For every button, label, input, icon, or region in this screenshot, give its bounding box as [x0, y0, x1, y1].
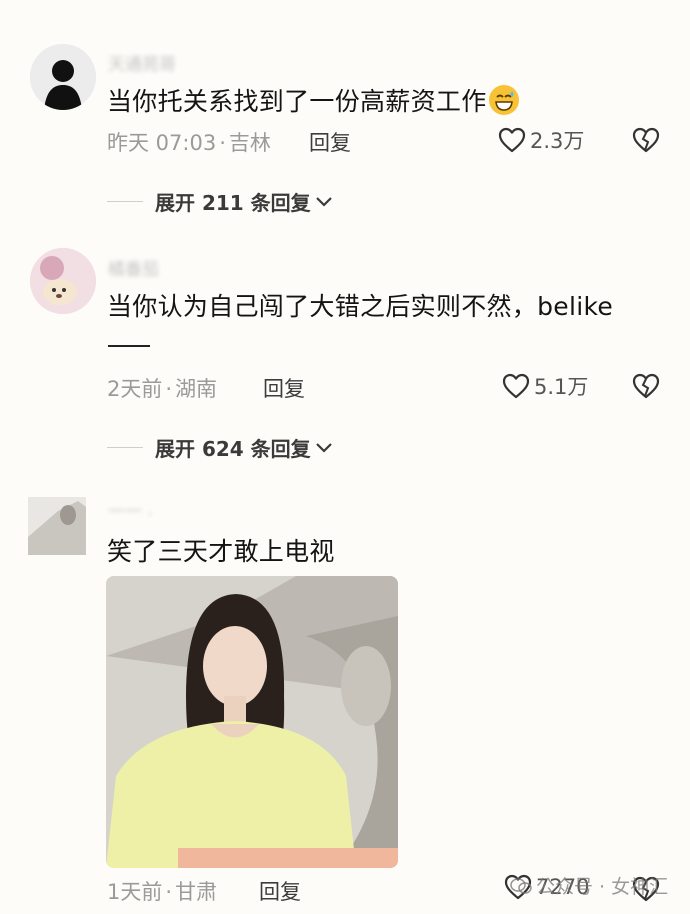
timestamp: 昨天 07:03	[107, 131, 217, 155]
watermark: 公众号 · 女神汇	[510, 872, 668, 899]
watermark-text: 公众号 · 女神汇	[536, 876, 669, 898]
expand-replies-label: 展开 624 条回复	[155, 437, 311, 461]
location: 甘肃	[175, 880, 218, 904]
like-button[interactable]: 5.1万	[502, 371, 588, 401]
divider	[107, 447, 143, 448]
comment-meta: 1天前 · 甘肃	[107, 880, 218, 904]
like-count: 2.3万	[530, 129, 585, 153]
comment-text-content: 当你托关系找到了一份高薪资工作	[107, 87, 487, 116]
grinning-sweat-emoji-icon	[488, 85, 519, 115]
username[interactable]: 橘番茄	[108, 255, 159, 280]
username[interactable]: 天通苑哥	[108, 50, 176, 75]
location: 湖南	[175, 377, 218, 401]
news-anchor-photo[interactable]	[106, 576, 398, 868]
comment-meta: 昨天 07:03 · 吉林	[107, 131, 271, 155]
timestamp: 1天前	[107, 880, 163, 904]
broken-heart-icon	[632, 373, 660, 399]
news-anchor-image	[106, 576, 398, 868]
avatar[interactable]	[28, 497, 86, 555]
expand-replies-button[interactable]: 展开 624 条回复	[107, 433, 333, 462]
dislike-button[interactable]	[632, 373, 660, 399]
blurred-avatar-icon	[28, 497, 86, 555]
comment-text: 当你托关系找到了一份高薪资工作	[107, 82, 519, 118]
location: 吉林	[228, 131, 271, 155]
reply-button[interactable]: 回复	[263, 373, 305, 403]
avatar[interactable]	[30, 248, 96, 314]
comment-meta: 2天前 · 湖南	[107, 377, 218, 401]
divider	[107, 201, 143, 202]
heart-icon	[498, 127, 526, 153]
comment-text: 笑了三天才敢上电视	[107, 537, 335, 566]
avatar[interactable]	[30, 44, 96, 110]
broken-heart-icon	[632, 127, 660, 153]
dislike-button[interactable]	[632, 127, 660, 153]
expand-replies-button[interactable]: 展开 211 条回复	[107, 187, 333, 216]
emdash-line	[108, 345, 150, 347]
chevron-down-icon	[315, 196, 332, 207]
chevron-down-icon	[315, 442, 332, 453]
like-button[interactable]: 2.3万	[498, 125, 584, 155]
reply-button[interactable]: 回复	[259, 876, 301, 906]
person-silhouette-icon	[30, 44, 96, 110]
expand-replies-label: 展开 211 条回复	[155, 191, 311, 215]
like-count: 5.1万	[534, 375, 589, 399]
puppy-avatar-icon	[30, 248, 96, 314]
comment-text: 当你认为自己闯了大错之后实则不然，belike	[107, 292, 614, 321]
wechat-icon	[510, 877, 532, 894]
timestamp: 2天前	[107, 377, 163, 401]
reply-button[interactable]: 回复	[309, 127, 351, 157]
heart-icon	[502, 373, 530, 399]
username[interactable]: —— .	[108, 500, 153, 520]
